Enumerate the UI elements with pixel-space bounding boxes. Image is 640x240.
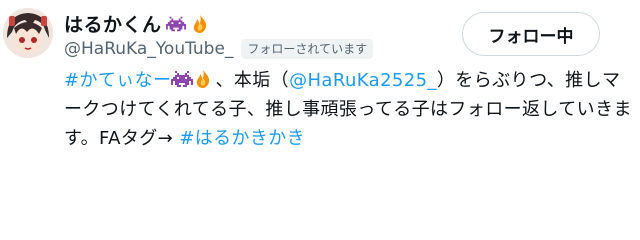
following-button[interactable]: フォロー中 [462, 12, 600, 56]
avatar[interactable] [3, 8, 53, 58]
display-name[interactable]: はるかくん [64, 10, 162, 37]
space-invader-icon [171, 69, 194, 89]
mention-link[interactable]: @HaRuKa2525_ [289, 70, 437, 91]
fire-icon [193, 69, 215, 89]
fire-icon [190, 14, 210, 34]
follows-you-badge: フォローされています [241, 39, 374, 59]
bio: #かてぃなー 、本垢（@HaRuKa2525_）をらぶりつ、推しマークつけてくれて… [64, 66, 636, 153]
space-invader-icon [165, 14, 186, 34]
handle[interactable]: @HaRuKa_YouTube_ [64, 39, 233, 59]
hashtag-link[interactable]: #かてぃなー [64, 70, 171, 91]
name-row: はるかくん [64, 10, 210, 37]
bio-text: 、本垢（ [215, 70, 290, 91]
hashtag-link[interactable]: #はるかきかき [179, 128, 305, 149]
handle-row: @HaRuKa_YouTube_ フォローされています [64, 39, 374, 59]
